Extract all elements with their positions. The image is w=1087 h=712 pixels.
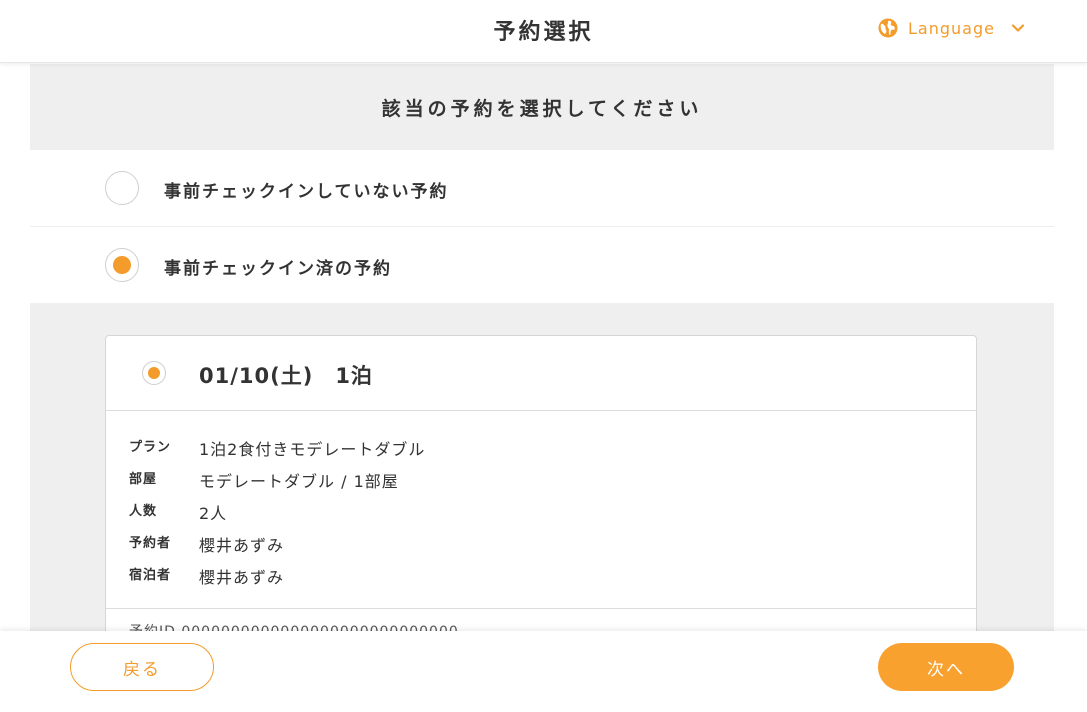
- option-checked-in[interactable]: 事前チェックイン済の予約: [30, 227, 1054, 303]
- option-label: 事前チェックイン済の予約: [164, 259, 392, 279]
- language-selector[interactable]: Language: [878, 16, 1025, 40]
- detail-label: 部屋: [129, 472, 158, 487]
- page: 予約選択 Language 該当の予約を選択してください 事前チェックインしてい…: [0, 0, 1087, 712]
- globe-icon: [878, 18, 898, 38]
- reservation-date-line: 01/10(土) 1泊: [199, 360, 373, 390]
- detail-label: 宿泊者: [129, 568, 172, 583]
- instruction-banner: 該当の予約を選択してください: [30, 64, 1054, 150]
- option-label: 事前チェックインしていない予約: [164, 182, 449, 202]
- detail-label: プラン: [129, 440, 172, 455]
- reservation-nights: 1泊: [335, 364, 373, 388]
- app-header: 予約選択 Language: [0, 0, 1087, 63]
- chevron-down-icon: [1011, 24, 1025, 32]
- detail-row-guest-name: 宿泊者 櫻井あずみ: [129, 564, 949, 592]
- reservation-date: 01/10(土): [199, 364, 314, 388]
- reservation-card-header[interactable]: 01/10(土) 1泊: [106, 336, 976, 411]
- detail-label: 人数: [129, 504, 158, 519]
- detail-value: 2人: [199, 504, 228, 523]
- detail-row-plan: プラン 1泊2食付きモデレートダブル: [129, 436, 949, 464]
- reservation-list: 01/10(土) 1泊 プラン 1泊2食付きモデレートダブル 部屋 モデレートダブ…: [30, 303, 1054, 655]
- detail-row-booker: 予約者 櫻井あずみ: [129, 532, 949, 560]
- reservation-radio[interactable]: [142, 361, 166, 385]
- detail-row-guests: 人数 2人: [129, 500, 949, 528]
- language-label: Language: [908, 18, 995, 38]
- detail-value: モデレートダブル / 1部屋: [199, 472, 399, 491]
- radio-selected-dot: [113, 256, 131, 274]
- detail-label: 予約者: [129, 536, 172, 551]
- instruction-text: 該当の予約を選択してください: [381, 97, 703, 120]
- radio-checked-in[interactable]: [105, 248, 139, 282]
- option-not-checked-in[interactable]: 事前チェックインしていない予約: [30, 150, 1054, 227]
- reservation-card[interactable]: 01/10(土) 1泊 プラン 1泊2食付きモデレートダブル 部屋 モデレートダブ…: [105, 335, 977, 655]
- footer-bar: 戻る 次へ: [0, 631, 1087, 712]
- next-button[interactable]: 次へ: [878, 643, 1014, 691]
- detail-value: 櫻井あずみ: [199, 536, 285, 555]
- detail-value: 櫻井あずみ: [199, 568, 285, 587]
- back-button[interactable]: 戻る: [70, 643, 214, 691]
- radio-selected-dot: [148, 367, 160, 379]
- radio-not-checked-in[interactable]: [105, 171, 139, 205]
- detail-value: 1泊2食付きモデレートダブル: [199, 440, 426, 459]
- detail-row-room: 部屋 モデレートダブル / 1部屋: [129, 468, 949, 496]
